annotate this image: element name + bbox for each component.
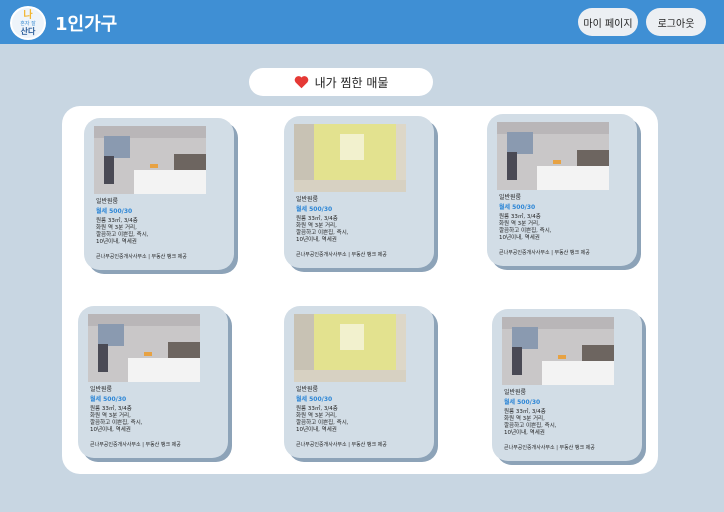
listing-desc-line: 원룸 33㎡, 3/4층 [296, 216, 338, 222]
listing-desc-line: 화원 역 3분 거리, [504, 416, 545, 422]
listing-desc-line: 10년이내, 역세권 [96, 239, 137, 245]
listing-desc-line: 깔끔하고 이쁜집, 즉시, [90, 420, 143, 426]
app-title[interactable]: 1인가구 [55, 10, 117, 36]
listing-photo [294, 314, 406, 382]
listing-price: 월세 500/30 [90, 396, 127, 403]
listing-price: 월세 500/30 [296, 206, 333, 213]
logo-text-line3: 산다 [20, 26, 36, 36]
listing-agency: 큰나무공인중개사사무소 | 부동산 뱅크 제공 [296, 442, 387, 448]
mypage-button[interactable]: 마이 페이지 [578, 8, 638, 36]
listing-desc-line: 10년이내, 역세권 [90, 427, 131, 433]
listing-card[interactable]: 일반원룸 월세 500/30 원룸 33㎡, 3/4층 화원 역 3분 거리, … [492, 309, 642, 461]
listing-type: 일반원룸 [96, 198, 119, 205]
listing-card[interactable]: 일반원룸 월세 500/30 원룸 33㎡, 3/4층 화원 역 3분 거리, … [84, 118, 234, 270]
listing-price: 월세 500/30 [296, 396, 333, 403]
listing-desc-line: 화원 역 3분 거리, [96, 225, 137, 231]
listing-agency: 큰나무공인중개사사무소 | 부동산 뱅크 제공 [504, 445, 595, 451]
logo-text-line2: 혼자 잘 [20, 20, 36, 27]
listing-type: 일반원룸 [499, 194, 522, 201]
listing-card[interactable]: 일반원룸 월세 500/30 원룸 33㎡, 3/4층 화원 역 3분 거리, … [284, 306, 434, 458]
listing-card[interactable]: 일반원룸 월세 500/30 원룸 33㎡, 3/4층 화원 역 3분 거리, … [78, 306, 228, 458]
listing-desc-line: 원룸 33㎡, 3/4층 [499, 214, 541, 220]
listing-type: 일반원룸 [296, 196, 319, 203]
listing-agency: 큰나무공인중개사사무소 | 부동산 뱅크 제공 [96, 254, 187, 260]
listing-desc-line: 원룸 33㎡, 3/4층 [96, 218, 138, 224]
listing-photo [502, 317, 614, 385]
listing-info: 일반원룸 월세 500/30 원룸 33㎡, 3/4층 화원 역 3분 거리, … [96, 198, 226, 246]
listing-agency: 큰나무공인중개사사무소 | 부동산 뱅크 제공 [296, 252, 387, 258]
listing-desc-line: 깔끔하고 이쁜집, 즉시, [296, 230, 349, 236]
favorites-title-pill: 내가 찜한 매물 [249, 68, 433, 96]
listing-desc-line: 화원 역 3분 거리, [296, 223, 337, 229]
listing-info: 일반원룸 월세 500/30 원룸 33㎡, 3/4층 화원 역 3분 거리, … [296, 386, 426, 434]
listing-info: 일반원룸 월세 500/30 원룸 33㎡, 3/4층 화원 역 3분 거리, … [504, 389, 634, 437]
listing-info: 일반원룸 월세 500/30 원룸 33㎡, 3/4층 화원 역 3분 거리, … [296, 196, 426, 244]
listing-desc-line: 깔끔하고 이쁜집, 즉시, [499, 228, 552, 234]
listing-desc-line: 깔끔하고 이쁜집, 즉시, [296, 420, 349, 426]
listing-desc-line: 10년이내, 역세권 [296, 427, 337, 433]
listing-desc-line: 원룸 33㎡, 3/4층 [504, 409, 546, 415]
listing-desc-line: 원룸 33㎡, 3/4층 [296, 406, 338, 412]
listing-type: 일반원룸 [504, 389, 527, 396]
listing-desc-line: 깔끔하고 이쁜집, 즉시, [504, 423, 557, 429]
listing-desc-line: 화원 역 3분 거리, [499, 221, 540, 227]
listing-photo [88, 314, 200, 382]
listing-desc-line: 10년이내, 역세권 [296, 237, 337, 243]
listing-price: 월세 500/30 [499, 204, 536, 211]
listing-price: 월세 500/30 [96, 208, 133, 215]
top-navigation-bar: 나 혼자 잘 산다 1인가구 마이 페이지 로그아웃 [0, 0, 724, 44]
favorites-title: 내가 찜한 매물 [314, 75, 389, 90]
listing-photo [497, 122, 609, 190]
listing-card[interactable]: 일반원룸 월세 500/30 원룸 33㎡, 3/4층 화원 역 3분 거리, … [487, 114, 637, 266]
heart-icon [294, 76, 308, 89]
logout-button[interactable]: 로그아웃 [646, 8, 706, 36]
listing-info: 일반원룸 월세 500/30 원룸 33㎡, 3/4층 화원 역 3분 거리, … [499, 194, 629, 242]
listing-desc-line: 깔끔하고 이쁜집, 즉시, [96, 232, 149, 238]
favorites-panel: 일반원룸 월세 500/30 원룸 33㎡, 3/4층 화원 역 3분 거리, … [62, 106, 658, 474]
listing-desc-line: 10년이내, 역세권 [499, 235, 540, 241]
listing-agency: 큰나무공인중개사사무소 | 부동산 뱅크 제공 [499, 250, 590, 256]
listing-photo [94, 126, 206, 194]
logo-text-line1: 나 [23, 9, 33, 21]
listing-photo [294, 124, 406, 192]
app-logo[interactable]: 나 혼자 잘 산다 [10, 6, 46, 40]
listing-type: 일반원룸 [296, 386, 319, 393]
listing-desc-line: 원룸 33㎡, 3/4층 [90, 406, 132, 412]
listing-type: 일반원룸 [90, 386, 113, 393]
listing-desc-line: 화원 역 3분 거리, [90, 413, 131, 419]
listing-agency: 큰나무공인중개사사무소 | 부동산 뱅크 제공 [90, 442, 181, 448]
listing-info: 일반원룸 월세 500/30 원룸 33㎡, 3/4층 화원 역 3분 거리, … [90, 386, 220, 434]
listing-desc-line: 10년이내, 역세권 [504, 430, 545, 436]
listing-card[interactable]: 일반원룸 월세 500/30 원룸 33㎡, 3/4층 화원 역 3분 거리, … [284, 116, 434, 268]
listing-price: 월세 500/30 [504, 399, 541, 406]
listing-desc-line: 화원 역 3분 거리, [296, 413, 337, 419]
